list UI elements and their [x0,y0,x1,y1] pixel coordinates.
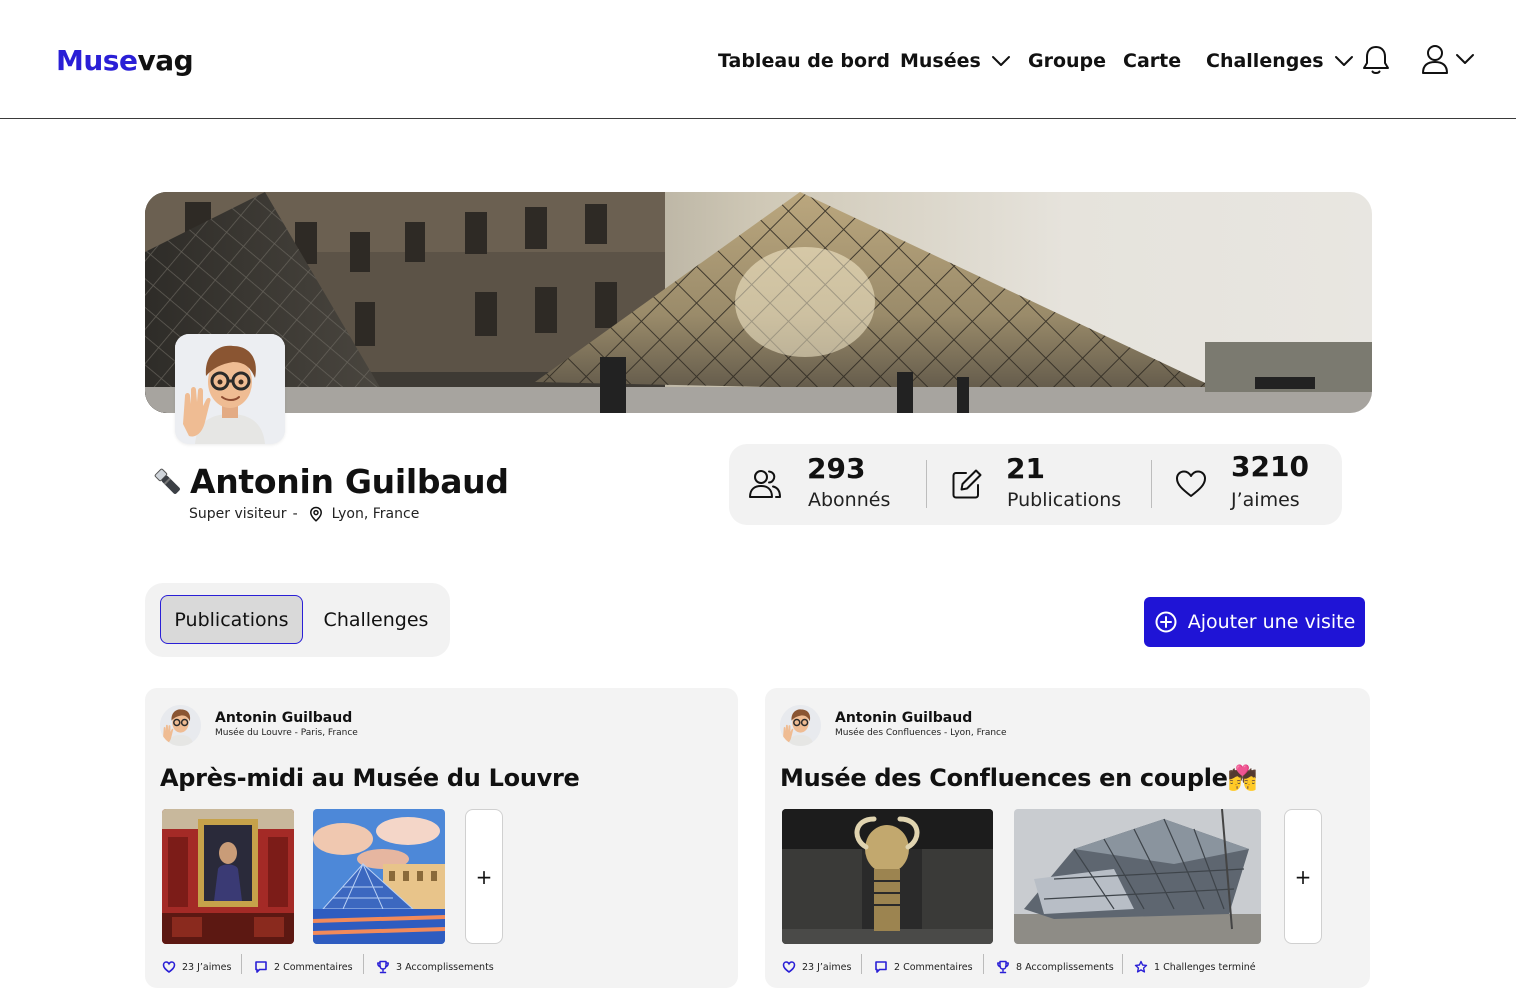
logo[interactable]: Musevag [56,44,194,77]
trophy-icon [377,960,389,974]
plus-circle-icon [1155,611,1177,633]
meta-divider [983,954,984,974]
chevron-down-icon [1334,56,1353,66]
post-achievements[interactable]: 3 Accomplissements [376,959,494,975]
heart-icon [1176,470,1206,497]
cover-banner [145,192,1372,413]
post-comments[interactable]: 2 Commentaires [874,959,973,975]
flashlight-icon [154,468,180,494]
post-card[interactable]: Antonin Guilbaud Musée du Louvre - Paris… [145,688,738,988]
nav-map[interactable]: Carte [1123,46,1181,76]
post-photo-confluences-building[interactable] [1014,809,1261,944]
post-author[interactable]: Antonin Guilbaud [215,710,352,726]
meta-divider [241,954,242,974]
heart-icon [162,961,176,974]
couple-emoji: 💏 [1227,764,1258,792]
likes-text: 23 J’aimes [182,961,232,973]
avatar-memoji-illustration [780,705,821,746]
post-photo-louvre-pyramid-painting[interactable] [313,809,445,944]
nav-group[interactable]: Groupe [1028,46,1106,76]
chevron-down-icon [1456,54,1474,64]
star-icon [1134,960,1148,973]
nav-group-label: Groupe [1028,50,1107,72]
achievements-text: 3 Accomplissements [396,961,494,973]
avatar-memoji-illustration [160,705,201,746]
add-photo-button[interactable]: + [465,809,503,944]
trophy-icon [997,960,1009,974]
post-photo-louvre-painting[interactable] [162,809,294,944]
nav-dashboard[interactable]: Tableau de bord [718,46,890,76]
likes-text: 23 J’aimes [802,961,852,973]
post-author[interactable]: Antonin Guilbaud [835,710,972,726]
post-card[interactable]: Antonin Guilbaud Musée des Confluences -… [765,688,1370,988]
publications-label: Publications [1007,489,1122,511]
stat-divider [1151,460,1152,508]
post-challenges[interactable]: 1 Challenges terminé [1134,959,1256,975]
location-pin-icon [309,506,322,522]
comment-icon [255,961,267,973]
tab-challenges[interactable]: Challenges [315,595,437,644]
likes-label: J’aimes [1231,489,1300,511]
profile-rank: Super visiteur [189,506,287,522]
post-place: Musée du Louvre - Paris, France [215,728,358,738]
post-likes[interactable]: 23 J’aimes [162,959,231,975]
tab-publications[interactable]: Publications [160,595,303,644]
post-likes[interactable]: 23 J’aimes [782,959,851,975]
profile-stats: 293 Abonnés 21 Publications 3210 J’aimes [729,444,1342,525]
top-navbar: Musevag Tableau de bord Musées Groupe Ca… [0,0,1516,119]
meta-divider [861,954,862,974]
post-title: Après-midi au Musée du Louvre [160,764,580,792]
stat-divider [926,460,927,508]
chevron-down-icon [991,56,1010,66]
followers-count: 293 [807,452,866,485]
nav-museums[interactable]: Musées [900,46,1011,76]
nav-dashboard-label: Tableau de bord [718,50,891,72]
profile-name-row: Antonin Guilbaud [152,462,509,501]
nav-challenges-label: Challenges [1206,50,1324,72]
comments-text: 2 Commentaires [894,961,973,973]
meta-divider [363,954,364,974]
avatar[interactable] [160,705,201,746]
post-title: Musée des Confluences en couple [780,764,1228,792]
add-visit-label: Ajouter une visite [1187,611,1356,633]
separator: - [292,506,298,522]
nav-challenges[interactable]: Challenges [1206,46,1354,76]
avatar-memoji-illustration [175,334,285,444]
profile-name: Antonin Guilbaud [190,462,509,501]
user-icon [1422,45,1448,74]
heart-icon [782,961,796,974]
logo-accent: Muse [56,44,138,77]
nav-map-label: Carte [1123,50,1182,72]
cover-photo-louvre [145,192,1372,413]
post-comments[interactable]: 2 Commentaires [254,959,353,975]
post-place: Musée des Confluences - Lyon, France [835,728,1007,738]
post-photo-mammoth-skeleton[interactable] [782,809,993,944]
edit-icon [952,469,982,499]
nav-museums-label: Musées [900,50,981,72]
profile-tabs: Publications Challenges [145,583,450,657]
meta-divider [1122,954,1123,974]
followers-label: Abonnés [808,489,891,511]
profile-avatar[interactable] [175,334,285,444]
users-icon [749,470,781,498]
comment-icon [875,961,887,973]
add-visit-button[interactable]: Ajouter une visite [1144,597,1365,647]
logo-rest: vag [137,44,194,77]
post-achievements[interactable]: 8 Accomplissements [996,959,1114,975]
avatar[interactable] [780,705,821,746]
publications-count: 21 [1006,452,1045,485]
bell-icon[interactable] [1361,44,1391,76]
account-menu[interactable] [1420,42,1478,76]
achievements-text: 8 Accomplissements [1016,961,1114,973]
profile-location: Lyon, France [331,506,420,522]
post-title-row: Musée des Confluences en couple💏 [780,764,1258,792]
comments-text: 2 Commentaires [274,961,353,973]
add-photo-button[interactable]: + [1284,809,1322,944]
likes-count: 3210 [1231,450,1309,483]
challenges-text: 1 Challenges terminé [1154,961,1256,973]
profile-subline: Super visiteur - Lyon, France [189,506,419,522]
